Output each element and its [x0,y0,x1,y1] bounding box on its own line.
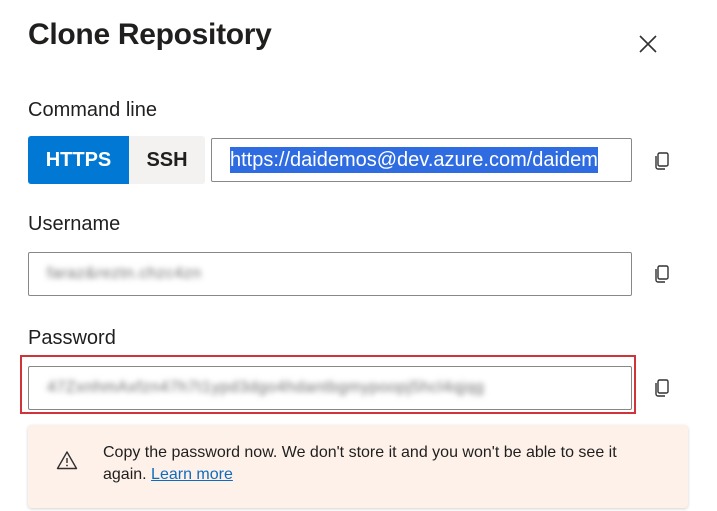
password-label: Password [28,327,116,349]
copy-username-button[interactable] [650,262,674,286]
protocol-toggle: HTTPS SSH [28,136,205,184]
warning-icon [56,451,78,470]
copy-url-button[interactable] [650,149,674,173]
ssh-button[interactable]: SSH [129,136,205,184]
clone-url-value: https://daidemos@dev.azure.com/daidem [230,146,598,173]
copy-icon [655,379,669,397]
warning-message: Copy the password now. We don't store it… [103,442,663,486]
password-highlight-box [20,355,636,414]
copy-password-button[interactable] [650,376,674,400]
copy-icon [655,152,669,170]
warning-message-bar: Copy the password now. We don't store it… [28,425,688,508]
clone-repository-dialog: Clone Repository Command line HTTPS SSH … [0,0,717,511]
copy-icon [655,265,669,283]
learn-more-link[interactable]: Learn more [151,466,233,483]
command-line-label: Command line [28,99,157,121]
username-field[interactable]: faraz&reztn.chzc4zn [28,252,632,296]
close-button[interactable] [630,26,666,62]
username-value: faraz&reztn.chzc4zn [47,265,202,282]
clone-url-field[interactable]: https://daidemos@dev.azure.com/daidem [211,138,632,182]
close-icon [639,35,657,53]
https-button[interactable]: HTTPS [28,136,129,184]
username-label: Username [28,213,121,235]
dialog-title: Clone Repository [28,18,272,51]
